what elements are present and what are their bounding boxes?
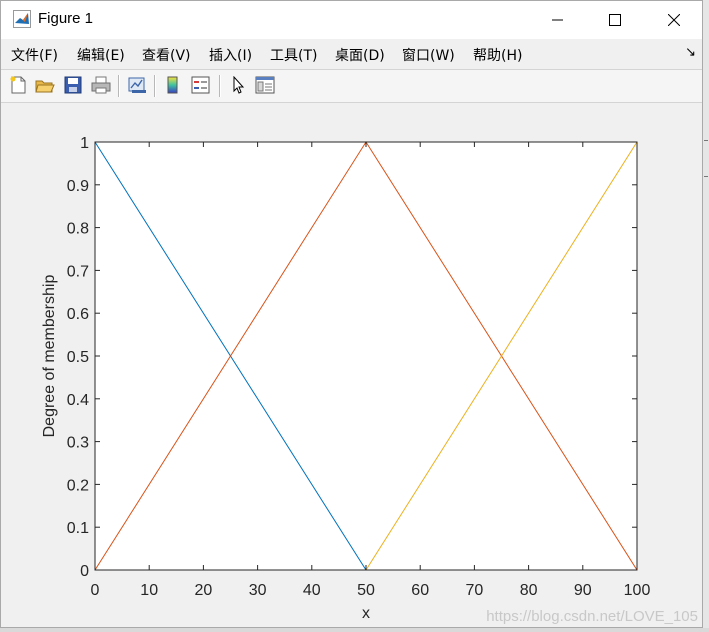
- y-tick-label: 0.9: [67, 178, 89, 195]
- x-tick-label: 80: [520, 582, 538, 599]
- new-figure-icon: [10, 76, 26, 94]
- x-tick-label: 60: [411, 582, 429, 599]
- plot-svg: 0 10 20 30 40 50 60 70 80 90 100 0 0.1 0.2 0.3 0.4 0.5 0.…: [41, 135, 698, 625]
- menu-tools[interactable]: 工具(T): [270, 45, 317, 65]
- save-icon: [64, 76, 82, 94]
- maximize-button[interactable]: [592, 1, 638, 39]
- y-tick-label: 0.4: [67, 392, 89, 409]
- x-tick-label: 30: [249, 582, 267, 599]
- axes-background: [95, 142, 637, 570]
- menu-window[interactable]: 窗口(W): [402, 45, 455, 65]
- close-button[interactable]: [651, 1, 697, 39]
- y-tick-label: 0.3: [67, 435, 89, 452]
- new-figure-button[interactable]: [7, 74, 29, 96]
- close-icon: [668, 14, 680, 26]
- toolbar: [1, 69, 702, 103]
- x-axis-label: x: [362, 605, 370, 622]
- menu-view[interactable]: 查看(V): [142, 45, 191, 65]
- toolbar-separator: [118, 75, 120, 97]
- menu-insert[interactable]: 插入(I): [209, 45, 252, 65]
- y-tick-label: 0.1: [67, 520, 89, 537]
- title-bar[interactable]: Figure 1: [1, 1, 702, 39]
- background-window-edge-bottom: [0, 628, 709, 632]
- toolbar-separator: [154, 75, 156, 97]
- x-tick-label: 20: [195, 582, 213, 599]
- open-file-button[interactable]: [34, 74, 56, 96]
- toolbar-separator: [219, 75, 221, 97]
- y-tick-label: 0.5: [67, 349, 89, 366]
- window-title: Figure 1: [38, 10, 94, 27]
- property-editor-button[interactable]: [254, 74, 276, 96]
- x-tick-label: 70: [466, 582, 484, 599]
- background-window-edge: [703, 0, 709, 632]
- y-tick-label: 0.7: [67, 263, 89, 280]
- pointer-icon: [233, 76, 245, 94]
- x-tick-label: 40: [303, 582, 321, 599]
- menu-edit[interactable]: 编辑(E): [77, 45, 125, 65]
- y-tick-label: 0.6: [67, 306, 89, 323]
- dock-arrow-icon[interactable]: ↘: [685, 45, 696, 60]
- legend-button[interactable]: [190, 74, 212, 96]
- x-tick-label: 10: [140, 582, 158, 599]
- menu-bar: 文件(F) 编辑(E) 查看(V) 插入(I) 工具(T) 桌面(D) 窗口(W…: [1, 39, 702, 68]
- y-axis-label: Degree of membership: [41, 275, 58, 438]
- legend-icon: [191, 76, 210, 94]
- y-tick-label: 0.8: [67, 221, 89, 238]
- menu-file[interactable]: 文件(F): [11, 45, 58, 65]
- y-tick-label: 0.2: [67, 477, 89, 494]
- save-button[interactable]: [62, 74, 84, 96]
- x-tick-label: 90: [574, 582, 592, 599]
- link-plot-button[interactable]: [126, 74, 148, 96]
- print-icon: [91, 76, 111, 94]
- select-pointer-button[interactable]: [227, 74, 249, 96]
- open-file-icon: [35, 80, 55, 93]
- x-tick-label: 0: [91, 582, 100, 599]
- figure-canvas: 0 10 20 30 40 50 60 70 80 90 100 0 0.1 0.2 0.3 0.4 0.5 0.…: [1, 103, 702, 627]
- watermark: https://blog.csdn.net/LOVE_105: [486, 608, 698, 625]
- menu-help[interactable]: 帮助(H): [473, 45, 522, 65]
- y-tick-label: 1: [80, 135, 89, 152]
- menu-desktop[interactable]: 桌面(D): [335, 45, 385, 65]
- colorbar-button[interactable]: [162, 74, 184, 96]
- matlab-logo-icon: [13, 10, 31, 28]
- x-tick-label: 100: [624, 582, 651, 599]
- link-plot-icon: [128, 77, 146, 93]
- colorbar-icon: [167, 76, 178, 94]
- minimize-icon: [552, 19, 563, 21]
- x-tick-label: 50: [357, 582, 375, 599]
- print-button[interactable]: [90, 74, 112, 96]
- y-tick-label: 0: [80, 563, 89, 580]
- minimize-button[interactable]: [535, 1, 581, 39]
- figure-window: Figure 1 文件(F) 编辑(E) 查看(V) 插入(I) 工具(T) 桌…: [0, 0, 703, 628]
- maximize-icon: [609, 14, 621, 26]
- property-editor-icon: [255, 76, 275, 94]
